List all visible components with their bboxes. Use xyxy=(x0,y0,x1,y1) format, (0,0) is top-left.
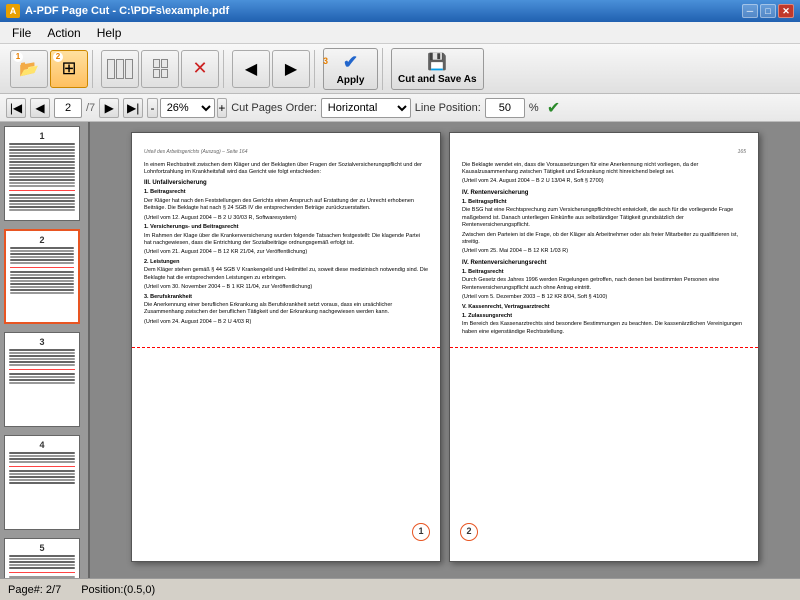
apply-icon: ✔ xyxy=(343,52,358,73)
page-layout-button[interactable] xyxy=(141,50,179,88)
step3-label: 3 xyxy=(323,56,328,66)
cut-pages-select[interactable]: HorizontalVertical xyxy=(321,98,411,118)
close-button[interactable]: ✕ xyxy=(778,4,794,18)
zoom-select[interactable]: 26%50%75%100% xyxy=(160,98,215,118)
first-page-button[interactable]: |◀ xyxy=(6,98,26,118)
save-button[interactable]: 💾 Cut and Save As xyxy=(391,48,484,90)
line-position-input[interactable] xyxy=(485,98,525,118)
floppy-icon: 💾 xyxy=(427,52,447,72)
title-text: A-PDF Page Cut - C:\PDFs\example.pdf xyxy=(25,5,742,17)
right-page-header: 165 xyxy=(462,149,746,156)
horizontal-cut-line xyxy=(132,347,440,348)
thumb-frame-1: 1 xyxy=(4,126,80,221)
right-page-text: Die Beklagte wendet ein, dass die Voraus… xyxy=(462,162,746,337)
right-arrow-icon: ▶ xyxy=(285,59,297,79)
delete-icon: ✕ xyxy=(192,58,207,79)
grid-icon: ⊞ xyxy=(61,58,76,79)
percent-sign: % xyxy=(529,102,539,114)
page-separator: /7 xyxy=(86,102,95,114)
page-circle-left: 1 xyxy=(412,523,430,541)
window-controls: ─ □ ✕ xyxy=(742,4,794,18)
file-tools: 1 📂 2 ⊞ xyxy=(6,50,93,88)
thumbnail-panel: 1 2 xyxy=(0,122,90,578)
thumb-frame-4: 4 xyxy=(4,435,80,530)
step-number: 1 xyxy=(13,52,23,62)
document-area: Urteil des Arbeitsgerichts (Auszug) – Se… xyxy=(90,122,800,578)
thumb-content-5 xyxy=(9,555,75,578)
prev-page-button[interactable]: ◀ xyxy=(232,50,270,88)
thumb-number-5: 5 xyxy=(9,543,75,553)
step-number-2: 2 xyxy=(53,52,63,62)
thumb-frame-3: 3 xyxy=(4,332,80,427)
save-label: Cut and Save As xyxy=(398,74,477,85)
cut-grid-button[interactable]: 2 ⊞ xyxy=(50,50,88,88)
horizontal-cut-line-right xyxy=(450,347,758,348)
menu-help[interactable]: Help xyxy=(89,24,130,42)
thumbnail-page-5[interactable]: 5 xyxy=(4,538,84,578)
left-page-text: In einem Rechtsstreit zwischen dem Kläge… xyxy=(144,162,428,327)
open-button[interactable]: 1 📂 xyxy=(10,50,48,88)
main-content: 1 2 xyxy=(0,122,800,578)
open-icon: 📂 xyxy=(19,59,39,79)
thumb-frame-2: 2 xyxy=(4,229,80,324)
left-page-header: Urteil des Arbeitsgerichts (Auszug) – Se… xyxy=(144,149,428,156)
page-number-input[interactable] xyxy=(54,98,82,118)
toolbar: 1 📂 2 ⊞ xyxy=(0,44,800,94)
thumbnail-page-3[interactable]: 3 xyxy=(4,332,84,427)
thumbnail-page-2[interactable]: 2 xyxy=(4,229,84,324)
menu-file[interactable]: File xyxy=(4,24,39,42)
apply-button[interactable]: ✔ Apply xyxy=(323,48,378,90)
thumb-number-2: 2 xyxy=(10,235,74,245)
next-page-button[interactable]: ▶ xyxy=(272,50,310,88)
thumb-content-4 xyxy=(9,452,75,525)
thumbnail-page-4[interactable]: 4 xyxy=(4,435,84,530)
cut-pages-label: Cut Pages Order: xyxy=(231,102,317,114)
zoom-in-button[interactable]: + xyxy=(217,98,228,118)
prev-nav-button[interactable]: ◀ xyxy=(30,98,50,118)
apply-label: Apply xyxy=(337,75,365,86)
page-info: Page#: 2/7 xyxy=(8,584,61,596)
page-style-icon xyxy=(107,59,133,79)
minimize-button[interactable]: ─ xyxy=(742,4,758,18)
thumb-number-3: 3 xyxy=(9,337,75,347)
menu-action[interactable]: Action xyxy=(39,24,88,42)
left-arrow-icon: ◀ xyxy=(245,59,257,79)
left-document-page: Urteil des Arbeitsgerichts (Auszug) – Se… xyxy=(131,132,441,562)
zoom-controls: - 26%50%75%100% + xyxy=(147,98,227,118)
page-tools: ✕ xyxy=(97,50,224,88)
nav-tools: ◀ ▶ xyxy=(228,50,315,88)
thumb-number-1: 1 xyxy=(9,131,75,141)
status-bar: Page#: 2/7 Position:(0.5,0) xyxy=(0,578,800,600)
confirm-button[interactable]: ✔ xyxy=(543,98,565,118)
page-circle-right: 2 xyxy=(460,523,478,541)
thumb-content-1 xyxy=(9,143,75,216)
menu-bar: File Action Help xyxy=(0,22,800,44)
layout-icon xyxy=(153,59,168,78)
thumbnail-page-1[interactable]: 1 xyxy=(4,126,84,221)
app-icon: A xyxy=(6,4,20,18)
last-page-button[interactable]: ▶| xyxy=(123,98,143,118)
title-bar: A A-PDF Page Cut - C:\PDFs\example.pdf ─… xyxy=(0,0,800,22)
thumb-content-2 xyxy=(10,247,74,318)
line-pos-label: Line Position: xyxy=(415,102,481,114)
right-document-page: 165 Die Beklagte wendet ein, dass die Vo… xyxy=(449,132,759,562)
zoom-out-button[interactable]: - xyxy=(147,98,158,118)
delete-cut-button[interactable]: ✕ xyxy=(181,50,219,88)
page-style-button[interactable] xyxy=(101,50,139,88)
save-group: 💾 Cut and Save As xyxy=(387,48,488,90)
position-info: Position:(0.5,0) xyxy=(81,584,155,596)
maximize-button[interactable]: □ xyxy=(760,4,776,18)
nav-bar: |◀ ◀ /7 ▶ ▶| - 26%50%75%100% + Cut Pages… xyxy=(0,94,800,122)
next-nav-button[interactable]: ▶ xyxy=(99,98,119,118)
step3-group: 3 ✔ Apply xyxy=(319,48,383,90)
thumb-content-3 xyxy=(9,349,75,422)
thumb-frame-5: 5 xyxy=(4,538,80,578)
thumb-number-4: 4 xyxy=(9,440,75,450)
